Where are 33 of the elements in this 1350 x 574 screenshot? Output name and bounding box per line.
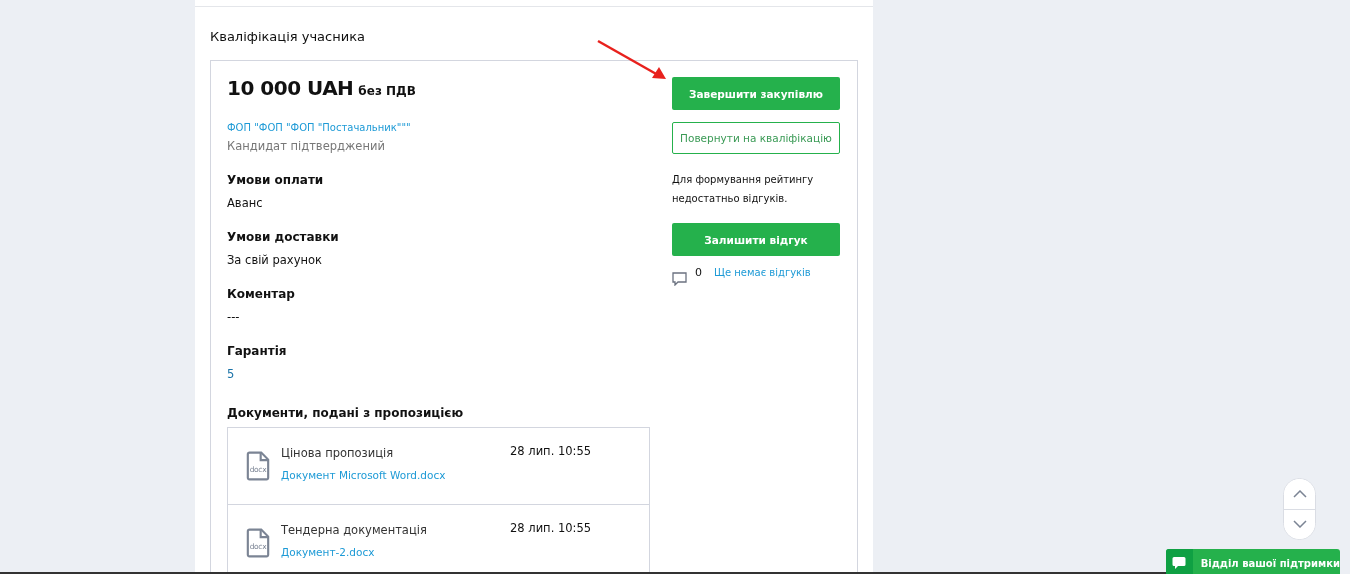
scroll-down-button[interactable] (1284, 508, 1315, 539)
document-date: 28 лип. 10:55 (510, 521, 592, 537)
document-title: Цінова пропозиція (281, 446, 395, 460)
rating-note: Для формування рейтингу недостатньо відгуків. (672, 173, 815, 206)
section-title: Кваліфікація учасника (210, 29, 366, 44)
action-button[interactable]: Завершити закупівлю (672, 77, 840, 110)
field-label: Умови оплати (227, 173, 325, 187)
field-label: Коментар (227, 287, 296, 301)
document-date: 28 лип. 10:55 (510, 444, 592, 460)
field-value: Аванс (227, 196, 264, 210)
field-label: Умови доставки (227, 230, 340, 244)
chevron-down-icon (1292, 520, 1307, 529)
supplier-link[interactable]: ФОП "ФОП "ФОП "Постачальник""" (227, 122, 650, 133)
annotation-arrow (596, 39, 668, 81)
field-value: --- (227, 310, 241, 324)
supplier-status: Кандидат підтверджений (227, 139, 386, 153)
action-button[interactable]: Повернути на кваліфікацію (672, 122, 840, 154)
field-label: Гарантія (227, 344, 288, 358)
vat-note: без ПДВ (358, 84, 416, 98)
support-button[interactable]: Відділ вашої підтримки (1166, 549, 1340, 574)
reviews-link[interactable]: Ще немає відгуків (714, 267, 811, 278)
chevron-up-icon (1292, 489, 1307, 498)
price-amount: 10 000 UAH (227, 76, 354, 100)
field-value: 5 (227, 367, 236, 381)
review-count: 0 (695, 266, 702, 279)
documents-title: Документи, подані з пропозицією (227, 406, 465, 420)
chat-icon (1172, 556, 1187, 570)
document-file-link[interactable]: Документ Microsoft Word.docx (281, 469, 499, 481)
field-value: За свій рахунок (227, 253, 323, 267)
document-title: Тендерна документація (281, 523, 428, 537)
comment-icon (672, 272, 687, 286)
document-file-link[interactable]: Документ-2.docx (281, 546, 499, 558)
review-button[interactable]: Залишити відгук (672, 223, 840, 256)
